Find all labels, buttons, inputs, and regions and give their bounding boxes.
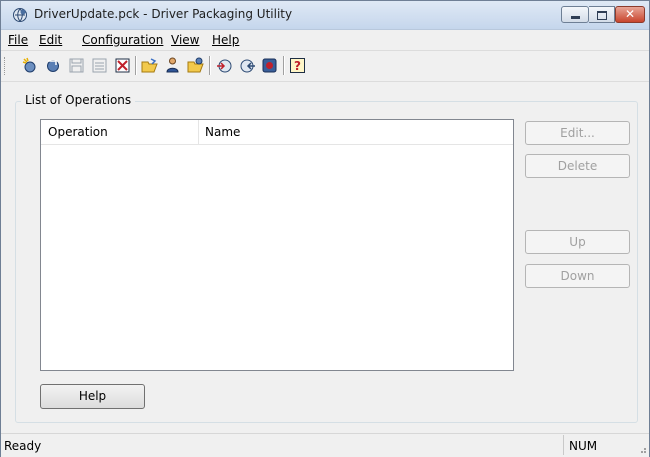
menu-help-label: Help — [212, 33, 240, 47]
toolbar-separator — [283, 56, 285, 75]
remove-operation-icon[interactable] — [238, 56, 257, 75]
add-operation-icon[interactable] — [215, 56, 234, 75]
toolbar-separator — [209, 56, 211, 75]
menu-bar: File Edit Configuration View Help — [1, 30, 649, 50]
resize-grip-icon[interactable] — [637, 444, 647, 454]
menu-help[interactable]: Help — [212, 33, 239, 47]
menu-edit-label: Edit — [39, 33, 63, 47]
main-window: DriverUpdate.pck - Driver Packaging Util… — [0, 0, 650, 457]
operations-list[interactable]: Operation Name — [40, 119, 514, 371]
save-icon[interactable] — [67, 56, 86, 75]
up-button[interactable]: Up — [525, 230, 630, 254]
maximize-button[interactable] — [589, 6, 615, 23]
build-icon[interactable] — [260, 56, 279, 75]
open-package-icon[interactable] — [44, 56, 63, 75]
toolbar-separator — [135, 56, 137, 75]
open-folder-icon[interactable] — [140, 56, 159, 75]
edit-button-label: Edit... — [560, 126, 595, 140]
save-as-icon[interactable] — [90, 56, 109, 75]
column-divider[interactable] — [198, 120, 199, 144]
close-package-icon[interactable] — [113, 56, 132, 75]
up-button-label: Up — [569, 235, 586, 249]
down-button[interactable]: Down — [525, 264, 630, 288]
toolbar: ? — [1, 50, 649, 82]
svg-text:?: ? — [294, 59, 301, 73]
help-icon[interactable]: ? — [288, 56, 307, 75]
menu-configuration[interactable]: Configuration — [82, 33, 163, 47]
column-header-operation[interactable]: Operation — [48, 125, 108, 139]
edit-button[interactable]: Edit... — [525, 121, 630, 145]
operations-group-label: List of Operations — [21, 93, 136, 107]
num-lock-indicator: NUM — [569, 439, 598, 453]
title-bar[interactable]: DriverUpdate.pck - Driver Packaging Util… — [1, 1, 649, 30]
close-button[interactable]: ✕ — [615, 6, 645, 23]
folder-gear-icon[interactable] — [186, 56, 205, 75]
menu-view[interactable]: View — [171, 33, 199, 47]
column-header-name[interactable]: Name — [205, 125, 240, 139]
menu-configuration-label: Configuration — [82, 33, 164, 47]
status-bar: Ready NUM — [1, 433, 649, 457]
new-package-icon[interactable] — [21, 56, 40, 75]
minimize-button[interactable] — [561, 6, 589, 23]
delete-button[interactable]: Delete — [525, 154, 630, 178]
user-icon[interactable] — [163, 56, 182, 75]
help-button[interactable]: Help — [40, 384, 145, 409]
menu-view-label: View — [171, 33, 200, 47]
window-title: DriverUpdate.pck - Driver Packaging Util… — [34, 7, 293, 21]
menu-file[interactable]: File — [8, 33, 28, 47]
down-button-label: Down — [560, 269, 595, 283]
menu-file-label: File — [8, 33, 29, 47]
toolbar-grip[interactable] — [4, 57, 8, 75]
list-header: Operation Name — [41, 120, 513, 145]
help-button-label: Help — [78, 389, 107, 403]
status-text: Ready — [4, 439, 42, 453]
menu-edit[interactable]: Edit — [39, 33, 62, 47]
delete-button-label: Delete — [557, 159, 598, 173]
gear-globe-icon — [13, 8, 27, 22]
close-icon: ✕ — [625, 7, 636, 21]
